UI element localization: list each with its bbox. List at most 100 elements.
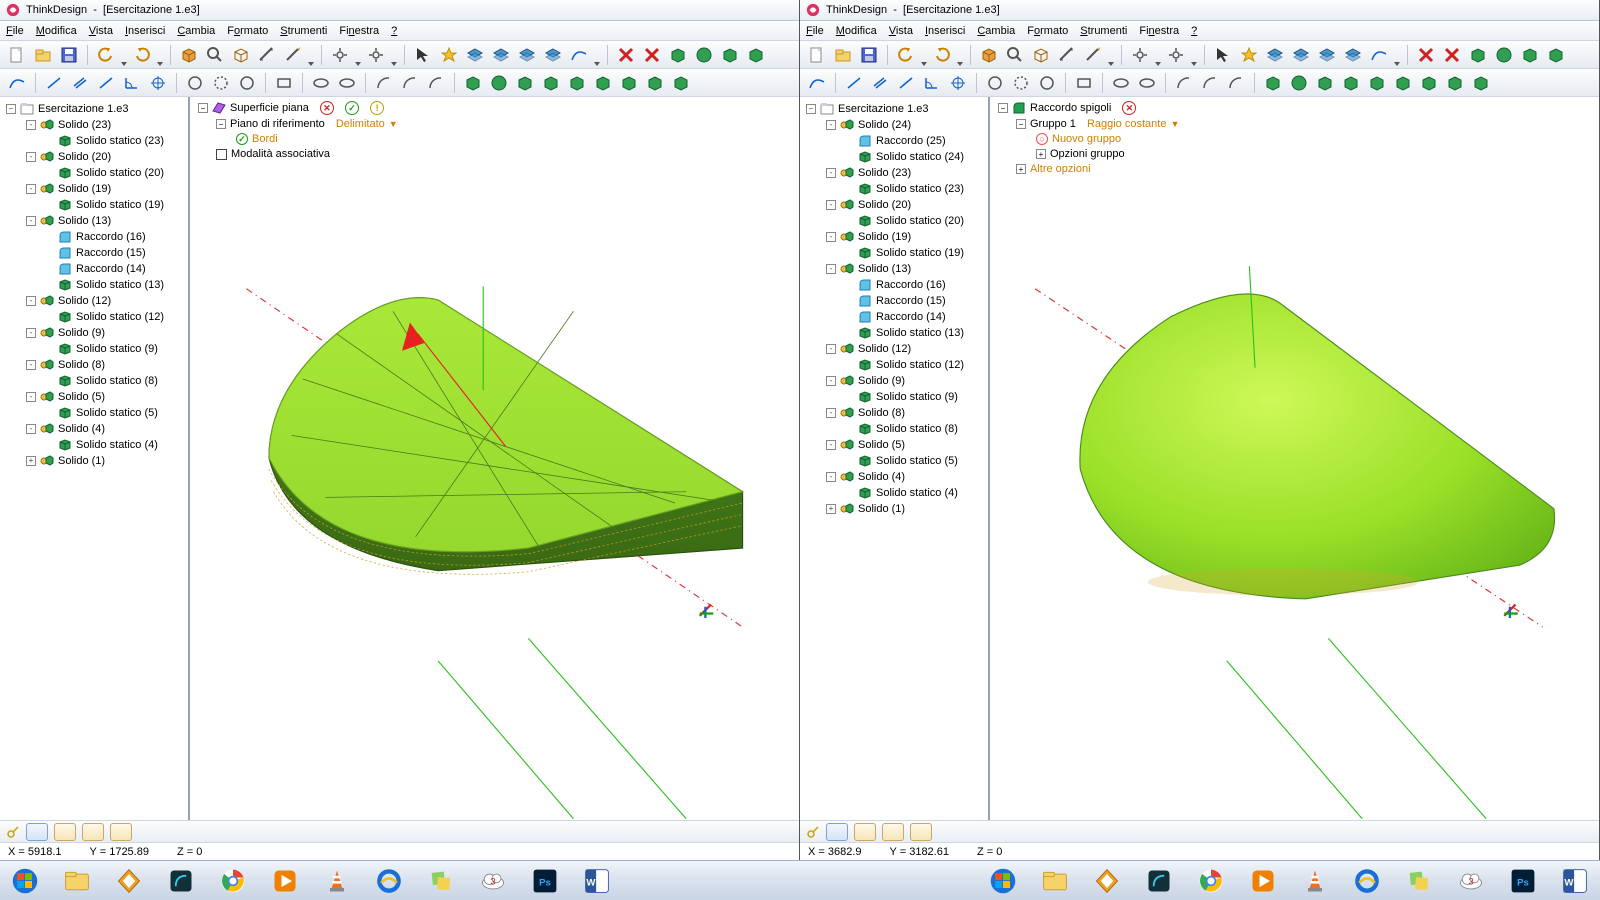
model-tree[interactable]: −Esercitazione 1.e3-Solido (23)Solido st… bbox=[0, 97, 190, 820]
undo-button[interactable] bbox=[895, 44, 917, 66]
menu-file[interactable]: File bbox=[806, 25, 824, 37]
tree-solid[interactable]: -Solido (13) bbox=[2, 213, 188, 229]
gear2-button[interactable] bbox=[365, 44, 387, 66]
menu-strumenti[interactable]: Strumenti bbox=[1080, 25, 1127, 37]
explorer-icon[interactable] bbox=[1036, 866, 1074, 896]
ok-button[interactable]: ✓ bbox=[345, 101, 359, 115]
del2-button[interactable] bbox=[1441, 44, 1463, 66]
curve-btn[interactable] bbox=[1368, 44, 1390, 66]
tab-3[interactable] bbox=[882, 823, 904, 841]
collapse-icon[interactable]: − bbox=[198, 103, 208, 113]
dropdown-icon[interactable] bbox=[1108, 62, 1114, 66]
tree-static[interactable]: Solido statico (23) bbox=[2, 133, 188, 149]
tree-solid[interactable]: -Solido (9) bbox=[802, 373, 988, 389]
dropdown-icon[interactable] bbox=[121, 62, 127, 66]
gear2-button[interactable] bbox=[1165, 44, 1187, 66]
tree-solid[interactable]: -Solido (9) bbox=[2, 325, 188, 341]
tree-solid[interactable]: -Solido (19) bbox=[802, 229, 988, 245]
menu-cambia[interactable]: Cambia bbox=[977, 25, 1015, 37]
cross-button[interactable] bbox=[947, 72, 969, 94]
solid8-button[interactable] bbox=[1444, 72, 1466, 94]
sketch-button[interactable] bbox=[282, 44, 304, 66]
tree-solid[interactable]: -Solido (5) bbox=[2, 389, 188, 405]
menu-help[interactable]: ? bbox=[391, 25, 397, 37]
photoshop-icon[interactable]: Ps bbox=[1504, 866, 1542, 896]
tree-raccordo[interactable]: Raccordo (15) bbox=[2, 245, 188, 261]
solid3-button[interactable] bbox=[514, 72, 536, 94]
tree-static[interactable]: Solido statico (5) bbox=[802, 453, 988, 469]
dropdown-icon[interactable] bbox=[391, 62, 397, 66]
tree-solid[interactable]: -Solido (12) bbox=[802, 341, 988, 357]
circ-button[interactable] bbox=[984, 72, 1006, 94]
circ2-button[interactable] bbox=[1036, 72, 1058, 94]
solid4-button[interactable] bbox=[540, 72, 562, 94]
layer4-button[interactable] bbox=[542, 44, 564, 66]
menu-finestra[interactable]: Finestra bbox=[1139, 25, 1179, 37]
bottom-tabs[interactable] bbox=[800, 820, 1599, 842]
tree-raccordo[interactable]: Raccordo (15) bbox=[802, 293, 988, 309]
tree-static[interactable]: Solido statico (19) bbox=[802, 245, 988, 261]
tree-static[interactable]: Solido statico (8) bbox=[2, 373, 188, 389]
cursor-button[interactable] bbox=[412, 44, 434, 66]
tree-root[interactable]: −Esercitazione 1.e3 bbox=[2, 101, 188, 117]
ellipse-button[interactable] bbox=[310, 72, 332, 94]
tree-static[interactable]: Solido statico (19) bbox=[2, 197, 188, 213]
ie-icon[interactable] bbox=[370, 866, 408, 896]
solid6-button[interactable] bbox=[592, 72, 614, 94]
par-button[interactable] bbox=[869, 72, 891, 94]
zoom-button[interactable] bbox=[204, 44, 226, 66]
del-button[interactable] bbox=[1415, 44, 1437, 66]
app-icon[interactable] bbox=[162, 866, 200, 896]
model-tree[interactable]: −Esercitazione 1.e3-Solido (24)Raccordo … bbox=[800, 97, 990, 820]
redo-button[interactable] bbox=[131, 44, 153, 66]
dropdown-icon[interactable]: ▼ bbox=[1170, 119, 1179, 129]
tree-static[interactable]: Solido statico (8) bbox=[802, 421, 988, 437]
tree-static[interactable]: Solido statico (20) bbox=[802, 213, 988, 229]
assoc-checkbox[interactable] bbox=[216, 149, 227, 160]
tab-1[interactable] bbox=[26, 823, 48, 841]
dropdown-icon[interactable] bbox=[355, 62, 361, 66]
collapse-icon[interactable]: − bbox=[998, 103, 1008, 113]
view-box-button[interactable] bbox=[178, 44, 200, 66]
solid-button[interactable] bbox=[1262, 72, 1284, 94]
save-button[interactable] bbox=[58, 44, 80, 66]
cancel-button[interactable]: ✕ bbox=[320, 101, 334, 115]
sketch-button[interactable] bbox=[1082, 44, 1104, 66]
solid6-button[interactable] bbox=[1392, 72, 1414, 94]
newgroup-label[interactable]: Nuovo gruppo bbox=[1052, 133, 1121, 145]
viewport[interactable]: − Raccordo spigoli ✕ − Gruppo 1 Raggio c… bbox=[990, 97, 1599, 820]
arc2-button[interactable] bbox=[399, 72, 421, 94]
ang-button[interactable] bbox=[921, 72, 943, 94]
warn-button[interactable]: ! bbox=[370, 101, 384, 115]
new-button[interactable] bbox=[806, 44, 828, 66]
tree-raccordo[interactable]: Raccordo (25) bbox=[802, 133, 988, 149]
arc-button[interactable] bbox=[1173, 72, 1195, 94]
solid3-button[interactable] bbox=[1314, 72, 1336, 94]
group-value[interactable]: Raggio costante bbox=[1087, 118, 1167, 130]
other-label[interactable]: Altre opzioni bbox=[1030, 163, 1091, 175]
tree-solid[interactable]: -Solido (19) bbox=[2, 181, 188, 197]
tree-raccordo[interactable]: Raccordo (16) bbox=[2, 229, 188, 245]
app-icon[interactable] bbox=[1140, 866, 1178, 896]
tree-solid[interactable]: -Solido (24) bbox=[802, 117, 988, 133]
bordi-label[interactable]: Bordi bbox=[252, 133, 278, 145]
redo-button[interactable] bbox=[931, 44, 953, 66]
groupopts-label[interactable]: Opzioni gruppo bbox=[1050, 148, 1125, 160]
tree-solid[interactable]: -Solido (8) bbox=[802, 405, 988, 421]
measure-button[interactable] bbox=[1056, 44, 1078, 66]
new-button[interactable] bbox=[6, 44, 28, 66]
collapse-icon[interactable]: − bbox=[216, 119, 226, 129]
tab-4[interactable] bbox=[110, 823, 132, 841]
menu-file[interactable]: File bbox=[6, 25, 24, 37]
explorer-icon[interactable] bbox=[58, 866, 96, 896]
tree-solid[interactable]: +Solido (1) bbox=[2, 453, 188, 469]
solid5-button[interactable] bbox=[566, 72, 588, 94]
arc3-button[interactable] bbox=[1225, 72, 1247, 94]
layer-button[interactable] bbox=[1264, 44, 1286, 66]
start-button[interactable] bbox=[6, 866, 44, 896]
expand-icon[interactable]: + bbox=[1036, 149, 1046, 159]
tree-static[interactable]: Solido statico (12) bbox=[2, 309, 188, 325]
dropdown-icon[interactable] bbox=[594, 62, 600, 66]
green4-button[interactable] bbox=[745, 44, 767, 66]
green2-button[interactable] bbox=[693, 44, 715, 66]
